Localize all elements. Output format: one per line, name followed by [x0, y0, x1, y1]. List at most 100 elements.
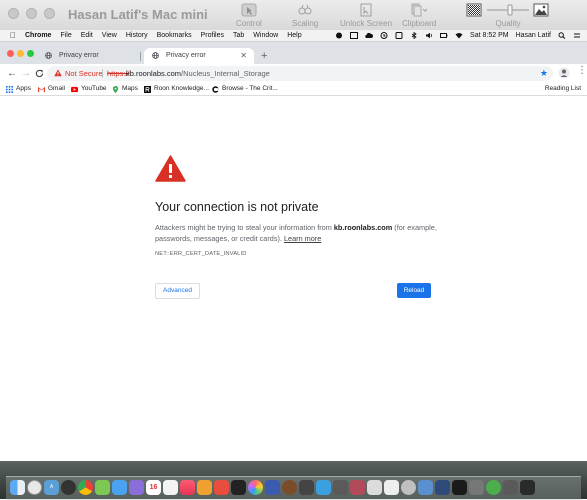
zoom-browser-button[interactable]	[27, 50, 34, 57]
scaling-button[interactable]: Scaling	[292, 2, 318, 28]
bookmark-maps[interactable]: Maps	[112, 83, 138, 95]
profile-avatar-icon[interactable]	[558, 67, 570, 79]
back-button[interactable]: ←	[7, 64, 17, 83]
messages-icon[interactable]	[95, 480, 110, 495]
contacts-icon[interactable]	[129, 480, 144, 495]
app-icon-gray[interactable]	[333, 480, 348, 495]
minimize-window-button[interactable]	[26, 8, 37, 19]
advanced-button[interactable]: Advanced	[155, 283, 200, 299]
app-store-icon[interactable]: A	[44, 480, 59, 495]
screen-sharing-titlebar: Hasan Latif's Mac mini Control Scaling U…	[0, 0, 587, 31]
launchpad-icon[interactable]	[27, 480, 42, 495]
globe-favicon-icon	[152, 52, 159, 59]
bookmark-star-icon[interactable]: ★	[540, 66, 548, 81]
menu-clock[interactable]: Sat 8:52 PM	[470, 30, 509, 41]
tab-privacy-error-2[interactable]: Privacy error ✕	[144, 48, 254, 64]
chrome-icon[interactable]	[78, 480, 93, 495]
close-browser-button[interactable]	[7, 50, 14, 57]
not-secure-warning-icon[interactable]	[54, 69, 62, 77]
battery-icon[interactable]	[440, 32, 448, 39]
new-tab-button[interactable]: +	[261, 48, 267, 64]
menu-history[interactable]: History	[126, 30, 148, 41]
app-icon-cyan[interactable]	[316, 480, 331, 495]
not-secure-label[interactable]: Not Secure	[65, 66, 103, 81]
wifi-icon[interactable]	[455, 32, 463, 39]
screen-share-status-icon[interactable]	[350, 32, 359, 39]
globe-favicon-icon	[45, 52, 52, 59]
control-button[interactable]: Control	[236, 2, 262, 28]
app-icon-brown[interactable]	[282, 480, 297, 495]
menu-edit[interactable]: Edit	[81, 30, 93, 41]
app-icon-blue[interactable]	[265, 480, 280, 495]
bluetooth-icon[interactable]	[410, 32, 418, 39]
tracks-icon[interactable]	[231, 480, 246, 495]
finder-icon[interactable]	[10, 480, 25, 495]
mail-icon[interactable]	[112, 480, 127, 495]
unlock-screen-button[interactable]: Unlock Screen	[340, 2, 392, 28]
reload-button[interactable]: Reload	[397, 283, 431, 298]
forward-button[interactable]: →	[21, 64, 31, 83]
roon-status-icon[interactable]	[335, 32, 343, 39]
window-title: Hasan Latif's Mac mini	[68, 7, 208, 22]
clipboard-button[interactable]: Clipboard	[402, 2, 436, 28]
trash-icon[interactable]	[520, 480, 535, 495]
app-icon-red[interactable]	[214, 480, 229, 495]
app-icon-charcoal[interactable]	[469, 480, 484, 495]
bookmark-roon-knowledge[interactable]: Roon Knowledge...	[144, 83, 209, 95]
bookmark-youtube[interactable]: YouTube	[71, 83, 107, 95]
cloud-icon[interactable]	[365, 32, 374, 39]
apple-menu-icon[interactable]: 	[10, 30, 16, 41]
clipboard-label: Clipboard	[402, 19, 437, 28]
system-prefs-icon[interactable]	[61, 480, 76, 495]
bookmark-apps[interactable]: Apps	[6, 83, 31, 95]
time-machine-icon[interactable]	[380, 32, 388, 39]
menu-user[interactable]: Hasan Latif	[516, 30, 551, 41]
reading-list-button[interactable]: Reading List	[542, 83, 581, 95]
downloads-stack-icon[interactable]	[503, 480, 518, 495]
search-icon[interactable]	[558, 32, 566, 39]
macos-menu-bar:  Chrome File Edit View History Bookmark…	[0, 30, 587, 42]
app-icon-navy[interactable]	[435, 480, 450, 495]
zoom-window-button[interactable]	[44, 8, 55, 19]
menu-tab[interactable]: Tab	[233, 30, 244, 41]
bookmark-gmail[interactable]: Gmail	[38, 83, 65, 95]
browser-toolbar: ← → Not Secure https:// kb.roonlabs.com/…	[0, 64, 587, 83]
piano-icon[interactable]	[367, 480, 382, 495]
app-icon-steel[interactable]	[418, 480, 433, 495]
tab-privacy-error-1[interactable]: Privacy error	[37, 48, 137, 64]
notes-icon[interactable]	[163, 480, 178, 495]
books-icon[interactable]	[197, 480, 212, 495]
menu-help[interactable]: Help	[287, 30, 301, 41]
vpn-icon[interactable]	[395, 32, 403, 39]
menu-file[interactable]: File	[60, 30, 71, 41]
close-window-button[interactable]	[8, 8, 19, 19]
control-center-icon[interactable]	[573, 32, 581, 39]
music-icon[interactable]	[180, 480, 195, 495]
bookmark-criterion[interactable]: Browse - The Crit...	[212, 83, 278, 95]
app-icon-dark[interactable]	[299, 480, 314, 495]
error-page: Your connection is not private Attackers…	[0, 96, 587, 461]
app-icon-silver[interactable]	[401, 480, 416, 495]
app-icon-white[interactable]	[384, 480, 399, 495]
menu-view[interactable]: View	[102, 30, 117, 41]
photos-icon[interactable]	[248, 480, 263, 495]
close-tab-icon[interactable]: ✕	[240, 48, 247, 64]
terminal-icon[interactable]	[452, 480, 467, 495]
app-icon-green[interactable]	[486, 480, 501, 495]
minimize-browser-button[interactable]	[17, 50, 24, 57]
bookmark-label: YouTube	[81, 85, 107, 92]
address-bar[interactable]: Not Secure https:// kb.roonlabs.com/Nucl…	[47, 66, 553, 81]
reload-icon[interactable]	[35, 69, 44, 78]
quality-control[interactable]: Quality	[466, 2, 550, 28]
bookmark-label: Browse - The Crit...	[222, 85, 278, 92]
menu-chrome[interactable]: Chrome	[25, 30, 51, 41]
learn-more-link[interactable]: Learn more	[284, 234, 321, 243]
menu-window[interactable]: Window	[253, 30, 278, 41]
chrome-menu-icon[interactable]: ⋮	[577, 65, 587, 76]
calendar-icon[interactable]: 16	[146, 480, 161, 495]
menu-profiles[interactable]: Profiles	[201, 30, 224, 41]
app-icon-maroon[interactable]	[350, 480, 365, 495]
control-icon	[236, 2, 262, 17]
menu-bookmarks[interactable]: Bookmarks	[157, 30, 192, 41]
volume-icon[interactable]	[425, 32, 433, 39]
